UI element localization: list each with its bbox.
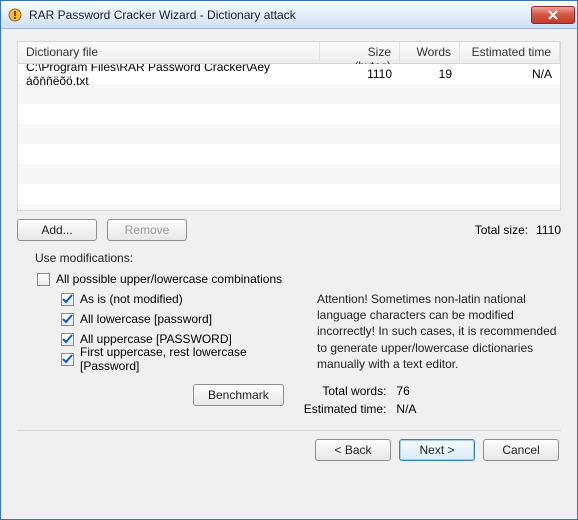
checkbox-first-upper[interactable]: First uppercase, rest lowercase [Passwor… [61,349,297,369]
col-header-eta[interactable]: Estimated time [460,42,560,63]
checkbox-label: As is (not modified) [80,292,183,306]
grid-header: Dictionary file Size (bytes) Words Estim… [18,42,560,64]
checkbox-label: All uppercase [PASSWORD] [80,332,232,346]
warning-text: Attention! Sometimes non-latin national … [317,289,561,372]
cell-eta: N/A [460,67,560,81]
table-row[interactable]: C:\Program Files\RAR Password Cracker\Äë… [18,64,560,84]
dictionary-grid[interactable]: Dictionary file Size (bytes) Words Estim… [17,41,561,211]
checkbox-label: All lowercase [password] [80,312,212,326]
add-button[interactable]: Add... [17,219,97,241]
separator [17,430,561,431]
back-button[interactable]: < Back [315,439,391,461]
checkbox-icon [37,273,50,286]
titlebar: RAR Password Cracker Wizard - Dictionary… [1,1,577,29]
window-title: RAR Password Cracker Wizard - Dictionary… [29,8,296,22]
col-header-words[interactable]: Words [400,42,460,63]
total-size-label: Total size: [475,223,528,237]
benchmark-button[interactable]: Benchmark [193,384,284,406]
app-icon [7,7,23,23]
checkbox-icon [61,313,74,326]
total-words-label: Total words: [304,384,387,398]
stats-block: Total words: 76 Estimated time: N/A [304,384,417,416]
checkbox-all-combos[interactable]: All possible upper/lowercase combination… [37,269,561,289]
checkbox-as-is[interactable]: As is (not modified) [61,289,297,309]
col-header-file[interactable]: Dictionary file [18,42,320,63]
checkbox-label: First uppercase, rest lowercase [Passwor… [80,345,297,373]
wizard-window: RAR Password Cracker Wizard - Dictionary… [0,0,578,520]
checkbox-icon [61,333,74,346]
estimated-time-label: Estimated time: [304,402,387,416]
checkbox-icon [61,353,74,366]
cancel-button[interactable]: Cancel [483,439,559,461]
cell-words: 19 [400,67,460,81]
cell-file: C:\Program Files\RAR Password Cracker\Äë… [18,64,320,88]
checkbox-icon [61,293,74,306]
wizard-footer: < Back Next > Cancel [17,439,561,461]
col-header-size[interactable]: Size (bytes) [320,42,400,63]
cell-size: 1110 [320,67,400,81]
checkbox-all-lower[interactable]: All lowercase [password] [61,309,297,329]
total-words-value: 76 [396,384,416,398]
estimated-time-value: N/A [396,402,416,416]
total-size-value: 1110 [536,223,561,237]
next-button[interactable]: Next > [399,439,475,461]
close-button[interactable] [531,6,575,24]
remove-button[interactable]: Remove [107,219,187,241]
client-area: Dictionary file Size (bytes) Words Estim… [1,29,577,519]
checkbox-label: All possible upper/lowercase combination… [56,272,282,286]
use-modifications-label: Use modifications: [35,251,561,265]
grid-body: C:\Program Files\RAR Password Cracker\Äë… [18,64,560,210]
